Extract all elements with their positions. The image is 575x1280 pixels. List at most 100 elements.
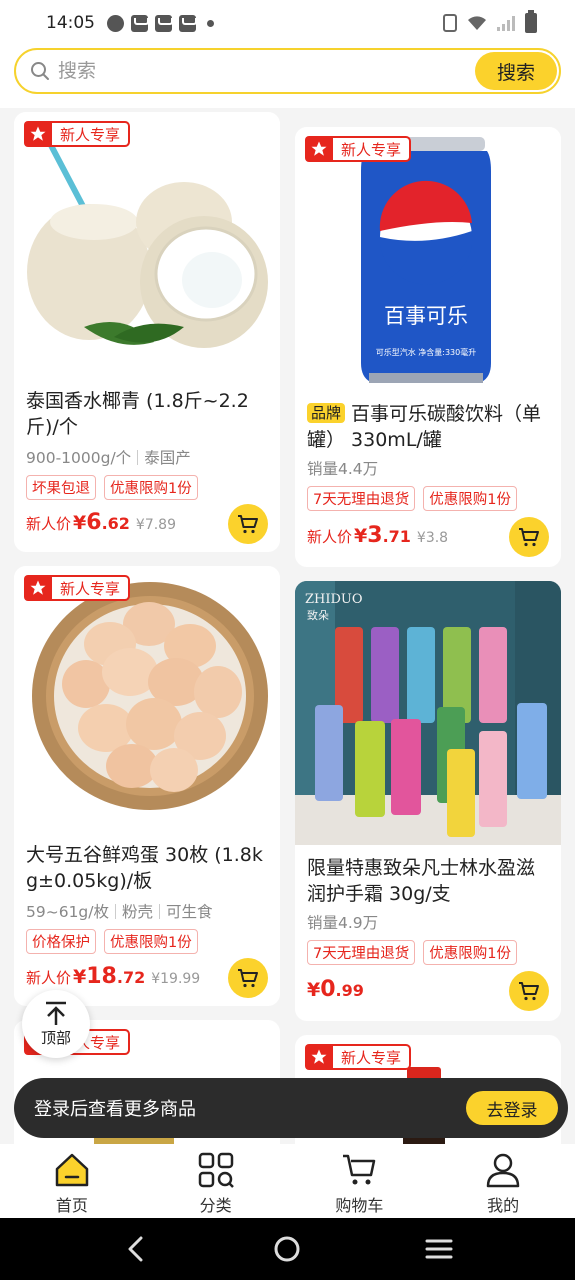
promo-tag: 优惠限购1份 [104, 929, 198, 954]
add-to-cart-button[interactable] [509, 517, 549, 557]
original-price: ¥3.8 [416, 530, 449, 546]
product-title: 品牌 百事可乐碳酸饮料（单罐） 330mL/罐 [307, 403, 542, 451]
search-box[interactable]: 搜索 [14, 48, 561, 94]
price-row: ¥ 0 .99 [307, 977, 364, 1002]
nav-label: 我的 [487, 1196, 520, 1215]
sales-count: 销量4.4万 [307, 460, 379, 478]
product-card-eggs[interactable]: 新人专享 大号五谷鲜鸡蛋 30枚 (1.8kg±0.05kg)/板 59~61g… [14, 566, 280, 1006]
nav-item-profile[interactable]: 我的 [431, 1144, 575, 1218]
price-row: 新人价 ¥ 6 .62 ¥7.89 [26, 510, 176, 535]
price-row: 新人价 ¥ 18 .72 ¥19.99 [26, 964, 201, 989]
status-bar: 14:05 [0, 0, 575, 46]
status-time: 14:05 [46, 13, 95, 33]
back-to-top-button[interactable]: 顶部 [22, 990, 90, 1058]
back-to-top-label: 顶部 [40, 1029, 71, 1047]
nav-item-cart[interactable]: 购物车 [288, 1144, 432, 1218]
battery-icon [525, 10, 537, 33]
badge-label: 新人专享 [333, 1044, 412, 1070]
product-title: 大号五谷鲜鸡蛋 30枚 (1.8kg±0.05kg)/板 [26, 844, 263, 892]
nav-label: 首页 [55, 1196, 88, 1215]
promo-tag: 价格保护 [26, 929, 96, 954]
promo-tag: 坏果包退 [26, 475, 96, 500]
search-button[interactable]: 搜索 [475, 52, 557, 90]
product-tags: 7天无理由退货 优惠限购1份 [307, 486, 517, 511]
promo-tag: 优惠限购1份 [423, 486, 517, 511]
product-image-handcream: ZHIDUO 致朵 [295, 581, 561, 845]
new-user-badge: 新人专享 [305, 135, 412, 163]
cart-icon [238, 969, 258, 988]
recent-apps-icon[interactable] [419, 1229, 459, 1269]
search-bar: 搜索 [0, 46, 575, 108]
original-price: ¥19.99 [151, 971, 201, 987]
profile-icon [483, 1150, 523, 1190]
product-image-pepsi: 百事可乐 可乐型汽水 净含量:330毫升 [295, 127, 561, 391]
more-notifications-icon [207, 19, 214, 27]
back-icon[interactable] [116, 1229, 156, 1269]
system-status-icons [443, 10, 537, 33]
star-icon [305, 1044, 333, 1070]
nav-item-home[interactable]: 首页 [0, 1144, 144, 1218]
product-feed[interactable]: 新人专享 泰国香水椰青 (1.8斤~2.2斤)/个 900-1000g/个 泰国产… [0, 108, 575, 1144]
product-tags: 坏果包退 优惠限购1份 [26, 475, 198, 500]
promo-tag: 优惠限购1份 [423, 940, 517, 965]
product-image-coconut [14, 112, 280, 376]
star-icon [24, 121, 52, 147]
promo-tag: 7天无理由退货 [307, 486, 416, 511]
svg-text:百事可乐: 百事可乐 [384, 304, 468, 328]
brand-tag: 品牌 [307, 403, 346, 423]
product-title: 限量特惠致朵凡士林水盈滋润护手霜 30g/支 [307, 857, 536, 905]
product-tags: 7天无理由退货 优惠限购1份 [307, 940, 517, 965]
new-user-badge: 新人专享 [305, 1043, 412, 1071]
sales-count: 销量4.9万 [307, 914, 379, 932]
original-price: ¥7.89 [135, 517, 176, 533]
cart-icon [519, 528, 539, 547]
arrow-up-icon [46, 1001, 66, 1025]
new-user-badge: 新人专享 [24, 574, 131, 602]
nav-item-category[interactable]: 分类 [144, 1144, 288, 1218]
vibrate-icon [443, 14, 457, 32]
login-prompt-text: 登录后查看更多商品 [34, 1099, 196, 1120]
bottom-nav: 首页 分类 购物车 我的 [0, 1144, 575, 1218]
cart-icon [238, 515, 258, 534]
mail-notification-icon [179, 14, 197, 32]
nav-label: 分类 [199, 1196, 232, 1215]
login-prompt-banner: 登录后查看更多商品 去登录 [14, 1078, 568, 1138]
login-button[interactable]: 去登录 [466, 1091, 558, 1125]
home-circle-icon[interactable] [267, 1229, 307, 1269]
product-card-coconut[interactable]: 新人专享 泰国香水椰青 (1.8斤~2.2斤)/个 900-1000g/个 泰国产… [14, 112, 280, 552]
system-nav-bar [0, 1218, 575, 1280]
product-specs: 59~61g/枚 粉壳 可生食 [26, 903, 213, 921]
star-icon [305, 136, 333, 162]
new-user-badge: 新人专享 [24, 120, 131, 148]
search-icon [31, 62, 49, 80]
app-notification-icon [107, 14, 124, 32]
badge-label: 新人专享 [52, 121, 131, 147]
product-tags: 价格保护 优惠限购1份 [26, 929, 198, 954]
svg-text:致朵: 致朵 [307, 608, 329, 622]
cart-icon [339, 1150, 379, 1190]
product-specs: 900-1000g/个 泰国产 [26, 449, 191, 467]
product-card-pepsi[interactable]: 百事可乐 可乐型汽水 净含量:330毫升 新人专享 品牌 百事可乐碳酸饮料（单罐）… [295, 127, 561, 567]
badge-label: 新人专享 [333, 136, 412, 162]
mail-notification-icon [155, 14, 173, 32]
svg-text:ZHIDUO: ZHIDUO [305, 592, 363, 607]
svg-text:可乐型汽水 净含量:330毫升: 可乐型汽水 净含量:330毫升 [376, 347, 477, 357]
signal-icon [497, 15, 515, 31]
star-icon [24, 575, 52, 601]
product-card-handcream[interactable]: ZHIDUO 致朵 限量特惠致朵凡士林水盈滋润护手霜 30g/支 销量4.9万 … [295, 581, 561, 1021]
price-row: 新人价 ¥ 3 .71 ¥3.8 [307, 523, 449, 548]
product-title: 泰国香水椰青 (1.8斤~2.2斤)/个 [26, 390, 249, 438]
badge-label: 新人专享 [52, 575, 131, 601]
category-icon [196, 1150, 236, 1190]
mail-notification-icon [131, 14, 149, 32]
promo-tag: 优惠限购1份 [104, 475, 198, 500]
product-image-eggs [14, 566, 280, 830]
wifi-icon [467, 15, 487, 31]
search-input[interactable] [58, 60, 448, 82]
notification-icons [107, 14, 214, 32]
add-to-cart-button[interactable] [509, 971, 549, 1011]
cart-icon [519, 982, 539, 1001]
home-icon [52, 1150, 92, 1190]
add-to-cart-button[interactable] [228, 504, 268, 544]
add-to-cart-button[interactable] [228, 958, 268, 998]
